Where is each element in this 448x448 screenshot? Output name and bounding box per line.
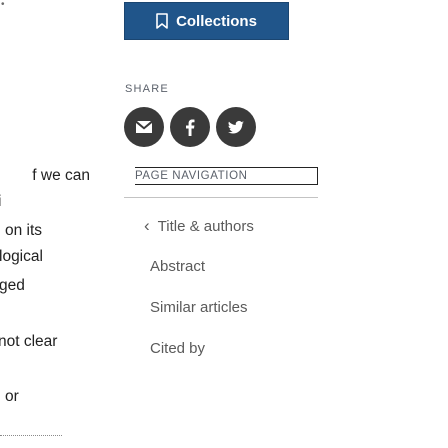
article-text-line: not clear	[0, 333, 58, 350]
collections-button[interactable]: Collections	[124, 2, 289, 40]
divider	[124, 197, 318, 198]
nav-item-label: Abstract	[150, 258, 206, 275]
nav-item-abstract[interactable]: Abstract	[124, 246, 318, 287]
article-content: • f we can i on its logical ged not clea…	[0, 0, 100, 448]
facebook-icon	[186, 119, 195, 136]
twitter-icon	[228, 120, 244, 134]
label-mask	[124, 167, 135, 185]
share-heading: SHARE	[125, 83, 169, 95]
article-text-line: on its	[5, 222, 43, 239]
article-text-line: or	[5, 388, 19, 405]
article-text-line: logical	[0, 248, 43, 265]
page-navigation-label: PAGE NAVIGATION	[135, 170, 248, 182]
nav-item-cited-by[interactable]: Cited by	[124, 328, 318, 369]
menu-dots-icon: •	[1, 0, 5, 10]
twitter-share-button[interactable]	[216, 107, 256, 147]
nav-item-label: Similar articles	[150, 299, 248, 316]
nav-item-title-authors[interactable]: ‹ Title & authors	[124, 205, 318, 246]
bookmark-icon	[156, 13, 168, 29]
nav-item-similar-articles[interactable]: Similar articles	[124, 287, 318, 328]
collections-label: Collections	[176, 12, 257, 30]
facebook-share-button[interactable]	[170, 107, 210, 147]
email-share-button[interactable]	[124, 107, 164, 147]
chevron-left-icon: ‹	[144, 216, 150, 235]
share-buttons	[124, 107, 256, 147]
article-text-line: i	[0, 192, 1, 212]
email-icon	[136, 121, 152, 133]
page-navigation-heading: PAGE NAVIGATION	[124, 167, 318, 185]
nav-item-label: Title & authors	[157, 218, 254, 235]
nav-item-label: Cited by	[150, 340, 206, 357]
article-text-line: f we can	[32, 167, 90, 184]
page-navigation-list: ‹ Title & authors Abstract Similar articl…	[124, 205, 318, 369]
article-text-line: ged	[0, 277, 25, 294]
dotted-rule	[0, 435, 62, 436]
